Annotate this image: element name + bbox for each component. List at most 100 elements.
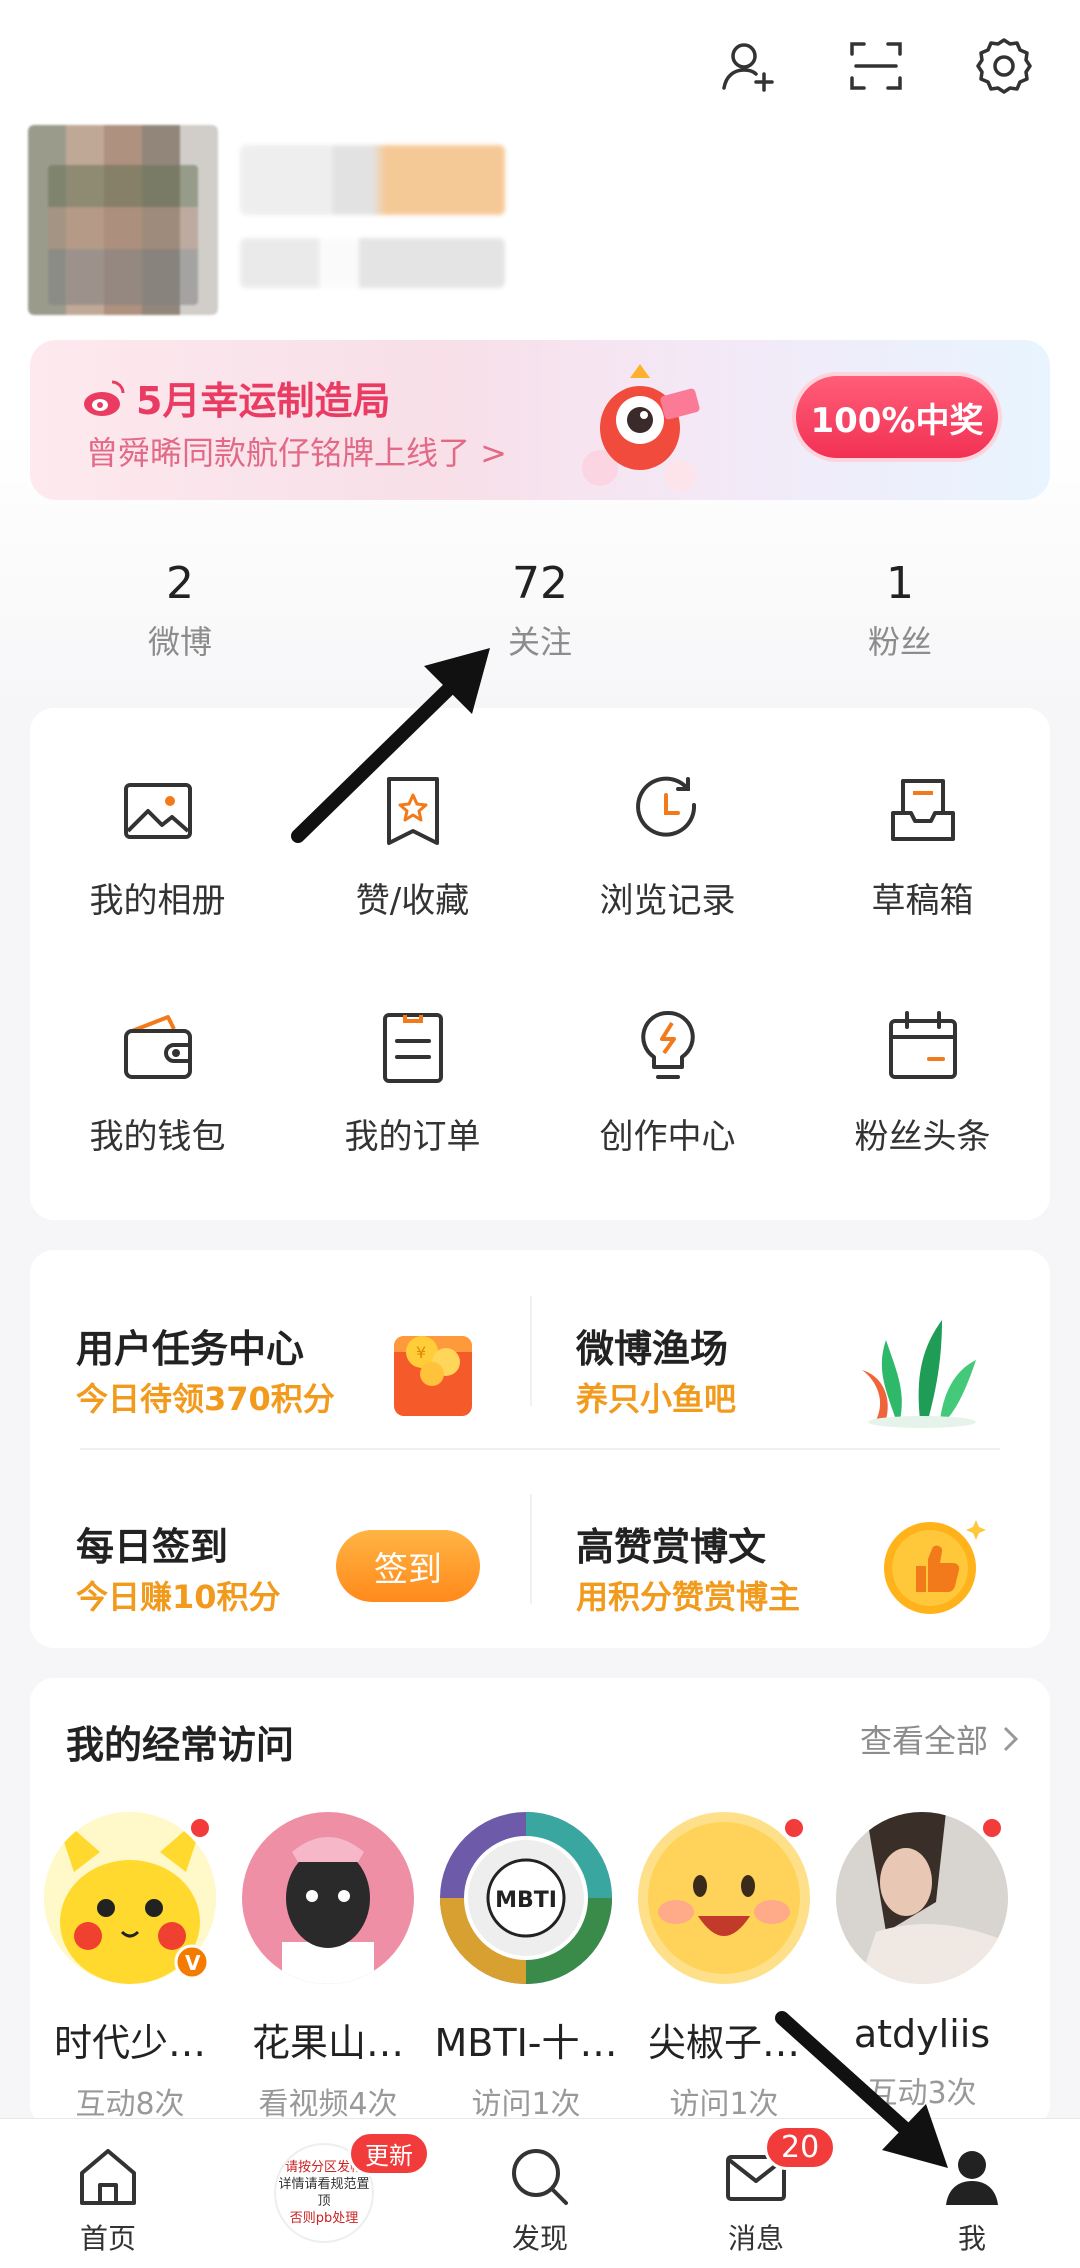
nav-promo-post[interactable]: 请按分区发帖 详情请看规范置顶 否则pb处理 更新 (216, 2119, 432, 2268)
task-title: 高赞赏博文 (576, 1525, 767, 1569)
visit-count: 互动8次 (75, 2087, 185, 2122)
task-center-entry[interactable]: 用户任务中心 今日待领370积分 ¥ (30, 1270, 500, 1430)
list-item[interactable]: MBTI MBTI-十… 访问1次 (435, 1812, 618, 2123)
grid-item-photo-album[interactable]: 我的相册 (30, 728, 285, 964)
list-item[interactable]: 尖椒子… 访问1次 (638, 1812, 810, 2123)
visit-name: 尖椒子… (647, 2021, 800, 2065)
svg-text:V: V (185, 1951, 201, 1975)
photo-album-icon (123, 782, 192, 839)
grid-item-fan-headlines[interactable]: 粉丝头条 (795, 964, 1050, 1200)
view-all-link[interactable]: 查看全部 (860, 1716, 1020, 1762)
stat-following-count: 72 (512, 558, 568, 609)
drafts-tray-icon (890, 778, 955, 841)
stat-following[interactable]: 72 关注 (360, 548, 720, 664)
visit-count: 互动3次 (867, 2076, 977, 2111)
grid-item-label: 创作中心 (599, 1116, 736, 1157)
mbti-wheel-avatar-icon: MBTI (440, 1812, 612, 1984)
grid-item-label: 我的相册 (89, 880, 226, 921)
add-friend-icon[interactable] (712, 30, 784, 102)
checkin-button[interactable]: 签到 (336, 1530, 480, 1602)
username-blurred[interactable] (240, 145, 505, 215)
nav-messages[interactable]: 消息 20 (648, 2119, 864, 2268)
user-avatar[interactable] (28, 125, 218, 315)
unread-dot (980, 1816, 1004, 1840)
scan-icon[interactable] (840, 30, 912, 102)
stat-followers[interactable]: 1 粉丝 (720, 548, 1080, 664)
list-item[interactable]: V 时代少… 互动8次 (44, 1812, 216, 2123)
svg-text:¥: ¥ (416, 1343, 426, 1362)
mbti-label: MBTI (495, 1888, 557, 1913)
visit-name: atdyliis (853, 2012, 991, 2056)
function-grid: 我的相册 赞/收藏 浏览记录 草稿箱 我的钱包 我的订单 创作中心 粉丝头条 (30, 708, 1050, 1220)
reward-post-entry[interactable]: 高赞赏博文 用积分赞赏博主 (530, 1468, 1000, 1628)
settings-gear-icon[interactable] (968, 30, 1040, 102)
smiley-face-avatar-icon (638, 1812, 810, 1984)
avatar: MBTI (440, 1812, 612, 1984)
nav-home[interactable]: 首页 (0, 2119, 216, 2268)
grid-item-label: 赞/收藏 (355, 880, 470, 921)
visit-name: MBTI-十… (434, 2021, 618, 2065)
task-title: 微博渔场 (576, 1327, 729, 1371)
task-subtitle: 今日赚10积分 (76, 1578, 281, 1616)
mascot-illustration-icon (582, 364, 700, 492)
banner-prize-button[interactable]: 100%中奖 (792, 372, 1002, 462)
task-card: 用户任务中心 今日待领370积分 ¥ 微博渔场 养只小鱼吧 每日签到 今日赚10… (30, 1250, 1050, 1648)
nav-messages-label: 消息 (727, 2222, 784, 2255)
daily-checkin-entry[interactable]: 每日签到 今日赚10积分 签到 (30, 1468, 500, 1628)
fishing-entry[interactable]: 微博渔场 养只小鱼吧 (530, 1270, 1000, 1430)
avatar: V (44, 1812, 216, 1984)
top-toolbar (712, 30, 1040, 102)
seaweed-plant-icon (862, 1320, 976, 1428)
red-envelope-coins-icon: ¥ (394, 1336, 472, 1416)
stat-posts-count: 2 (166, 558, 194, 609)
promo-banner[interactable]: 5月幸运制造局 曾舜晞同款航仔铭牌上线了 > 100%中奖 (30, 340, 1050, 500)
person-face-mask-avatar-icon (242, 1812, 414, 1984)
calendar-icon (888, 1010, 957, 1079)
grid-item-creator-center[interactable]: 创作中心 (540, 964, 795, 1200)
banner-subtitle: 曾舜晞同款航仔铭牌上线了 > (86, 434, 507, 472)
list-item[interactable]: atdyliis 互动3次 (836, 1812, 1008, 2123)
grid-item-label: 粉丝头条 (854, 1116, 991, 1157)
grid-item-label: 我的钱包 (89, 1116, 226, 1157)
promo-line: 详情请看规范置顶 (278, 2177, 370, 2209)
list-item[interactable]: 花果山… 看视频4次 (242, 1812, 414, 2123)
nav-me[interactable]: 我 (864, 2119, 1080, 2268)
unread-dot (782, 1816, 806, 1840)
grid-item-drafts[interactable]: 草稿箱 (795, 728, 1050, 964)
grid-item-wallet[interactable]: 我的钱包 (30, 964, 285, 1200)
nav-discover[interactable]: 发现 (432, 2119, 648, 2268)
grid-item-history[interactable]: 浏览记录 (540, 728, 795, 964)
task-title: 用户任务中心 (76, 1327, 305, 1371)
bottom-navigation: 首页 请按分区发帖 详情请看规范置顶 否则pb处理 更新 发现 消息 20 我 (0, 2118, 1080, 2268)
visit-name: 时代少… (53, 2021, 206, 2065)
wallet-icon (123, 1014, 192, 1079)
unread-dot (188, 1816, 212, 1840)
divider (80, 1448, 1000, 1450)
stat-followers-label: 粉丝 (867, 623, 932, 661)
chevron-right-icon (1003, 1726, 1019, 1752)
frequent-visits-list: V 时代少… 互动8次 花果山… 看视频4次 MBTI MBTI-十… 访问1次… (44, 1812, 1008, 2123)
message-count-badge: 20 (764, 2125, 837, 2170)
grid-item-orders[interactable]: 我的订单 (285, 964, 540, 1200)
promo-line: 否则pb处理 (289, 2211, 359, 2226)
pikachu-avatar-icon: V (44, 1812, 216, 1984)
visit-count: 看视频4次 (258, 2087, 398, 2122)
avatar (836, 1812, 1008, 1984)
frequent-visits-card: 我的经常访问 查看全部 V 时代少… 互动8次 花果山… 看视频4次 MBTI … (30, 1678, 1050, 2128)
thumbs-up-coin-icon (884, 1520, 986, 1614)
stat-following-label: 关注 (507, 623, 572, 661)
home-icon (80, 2149, 136, 2205)
weibo-logo-icon (84, 380, 125, 416)
visit-count: 访问1次 (669, 2087, 779, 2122)
nav-discover-label: 发现 (511, 2222, 568, 2255)
visit-count: 访问1次 (471, 2087, 581, 2122)
section-title: 我的经常访问 (66, 1723, 295, 1767)
nav-home-label: 首页 (79, 2222, 136, 2255)
avatar (638, 1812, 810, 1984)
grid-item-label: 我的订单 (344, 1116, 481, 1157)
grid-item-label: 草稿箱 (871, 880, 974, 921)
portrait-photo-avatar-icon (836, 1812, 1008, 1984)
task-subtitle: 今日待领370积分 (76, 1380, 335, 1418)
grid-item-likes-favorites[interactable]: 赞/收藏 (285, 728, 540, 964)
stat-posts[interactable]: 2 微博 (0, 548, 360, 664)
